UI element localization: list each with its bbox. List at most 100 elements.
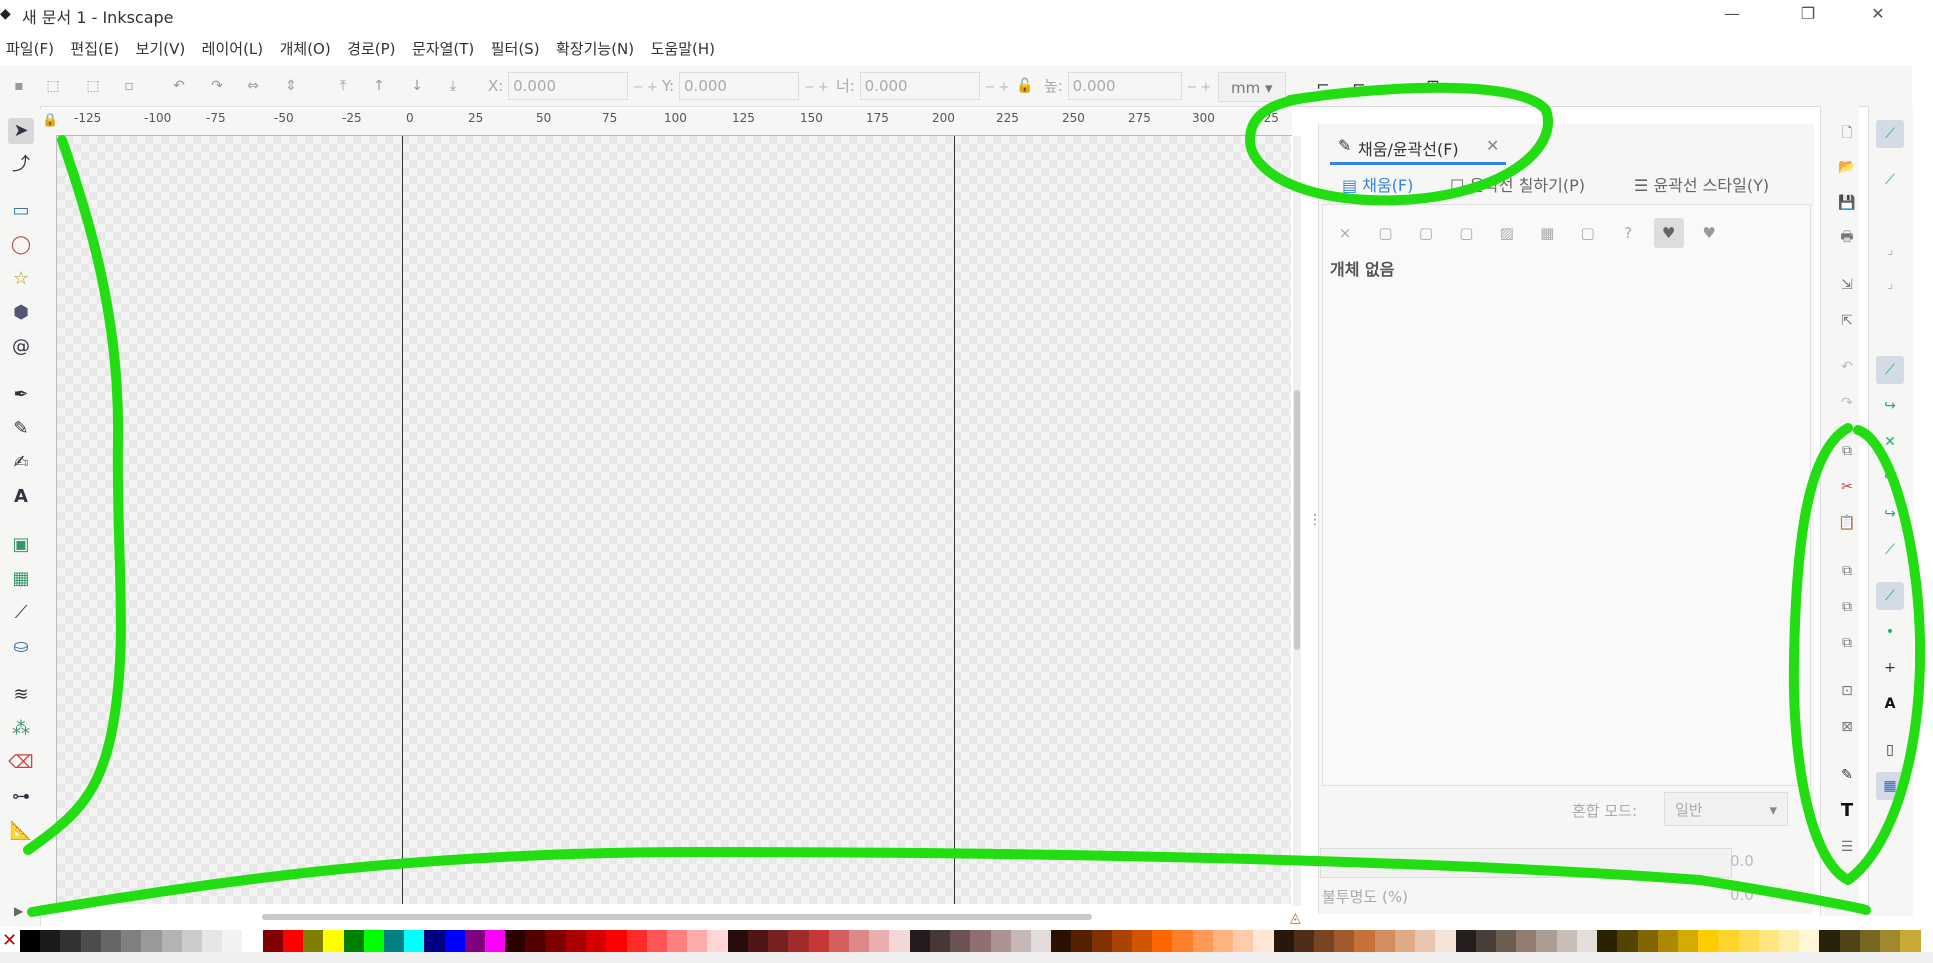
palette-swatch[interactable] <box>1253 930 1274 952</box>
palette-swatch[interactable] <box>545 930 566 952</box>
y-input[interactable] <box>679 72 800 100</box>
palette-swatch[interactable] <box>1030 930 1052 952</box>
spiral-tool-icon[interactable]: @ <box>8 334 34 360</box>
palette-swatch[interactable] <box>1657 930 1678 952</box>
menu-layer[interactable]: 레이어(L) <box>196 32 269 59</box>
palette-swatch[interactable] <box>1900 930 1921 952</box>
snap-rotation-center-icon[interactable]: + <box>1876 654 1904 682</box>
palette-swatch[interactable] <box>1212 930 1234 952</box>
mesh-tool-icon[interactable]: ▦ <box>8 566 34 592</box>
palette-swatch[interactable] <box>1273 930 1294 952</box>
pencil-tool-icon[interactable]: ✎ <box>8 416 34 442</box>
snap-text-baseline-icon[interactable]: A <box>1876 690 1904 718</box>
palette-swatch[interactable] <box>828 930 849 952</box>
scroll-left-arrow-icon[interactable]: ▶ <box>14 904 23 918</box>
x-increment[interactable]: + <box>647 80 661 95</box>
measure-tool-icon[interactable]: 📐 <box>8 818 34 844</box>
palette-swatch[interactable] <box>768 930 789 952</box>
palette-swatch[interactable] <box>1152 930 1173 952</box>
transform-gradients-icon[interactable]: ⌐ <box>1388 76 1406 95</box>
palette-swatch[interactable] <box>950 930 971 952</box>
width-input[interactable] <box>859 72 980 100</box>
dropper-tool-icon[interactable]: ⟋ <box>8 600 34 626</box>
pattern-icon[interactable]: ▦ <box>1532 218 1562 248</box>
palette-swatch[interactable] <box>1314 930 1335 952</box>
palette-swatch[interactable] <box>808 930 829 952</box>
menu-file[interactable]: 파일(F) <box>0 32 60 59</box>
snap-page-border-icon[interactable]: ▯ <box>1876 736 1904 764</box>
palette-swatch[interactable] <box>565 930 587 952</box>
palette-swatch[interactable] <box>100 930 122 952</box>
palette-swatch[interactable] <box>788 930 809 952</box>
palette-swatch[interactable] <box>1111 930 1133 952</box>
rectangle-tool-icon[interactable]: ▭ <box>8 198 34 224</box>
menu-extensions[interactable]: 확장기능(N) <box>550 32 640 59</box>
palette-swatch[interactable] <box>707 930 728 952</box>
palette-swatch[interactable] <box>1293 930 1314 952</box>
select-same-icon[interactable]: ⬚ <box>84 78 102 96</box>
palette-swatch[interactable] <box>848 930 870 952</box>
deselect-icon[interactable]: ▫ <box>120 78 138 96</box>
eraser-tool-icon[interactable]: ⌫ <box>8 750 34 776</box>
undo-icon[interactable]: ↶ <box>1836 356 1858 378</box>
palette-swatch[interactable] <box>889 930 910 952</box>
snap-cusp-nodes-icon[interactable]: ↪ <box>1876 464 1904 492</box>
transform-stroke-icon[interactable]: ⌐ <box>1314 76 1332 95</box>
export-icon[interactable]: ⇱ <box>1836 310 1858 332</box>
blend-mode-select[interactable]: 일반 ▾ <box>1664 792 1788 826</box>
menu-view[interactable]: 보기(V) <box>130 32 192 59</box>
palette-swatch[interactable] <box>990 930 1011 952</box>
snap-others-icon[interactable]: ⟋ <box>1876 582 1904 610</box>
palette-swatch[interactable] <box>282 930 304 952</box>
palette-swatch[interactable] <box>687 930 708 952</box>
calligraphy-tool-icon[interactable]: ✍ <box>8 450 34 476</box>
palette-swatch[interactable] <box>1475 930 1496 952</box>
palette-swatch[interactable] <box>1051 930 1072 952</box>
palette-swatch[interactable] <box>262 930 283 952</box>
palette-swatch[interactable] <box>1495 930 1517 952</box>
palette-swatch[interactable] <box>1394 930 1416 952</box>
snap-bbox-edge-icon[interactable]: ⌟ <box>1876 236 1904 264</box>
lock-ratio-icon[interactable]: 🔓 <box>1016 78 1034 96</box>
rotate-cw-icon[interactable]: ↷ <box>208 78 226 96</box>
palette-swatch[interactable] <box>1617 930 1638 952</box>
import-icon[interactable]: ⇲ <box>1836 274 1858 296</box>
tweak-tool-icon[interactable]: ≋ <box>8 682 34 708</box>
palette-swatch[interactable] <box>303 930 324 952</box>
rotate-ccw-icon[interactable]: ↶ <box>170 78 188 96</box>
snap-guides-icon[interactable]: ⫽ <box>1876 808 1904 836</box>
palette-swatch[interactable] <box>646 930 667 952</box>
palette-swatch[interactable] <box>1718 930 1739 952</box>
unset-paint-icon[interactable]: ? <box>1613 218 1643 248</box>
palette-swatch[interactable] <box>1799 930 1820 952</box>
print-icon[interactable]: 🖶 <box>1836 226 1858 248</box>
snap-grids-icon[interactable]: ▦ <box>1876 772 1904 800</box>
open-icon[interactable]: 📂 <box>1836 156 1858 178</box>
snap-centers-icon[interactable]: • <box>1876 618 1904 646</box>
snap-bbox-icon[interactable]: ⟋ <box>1876 166 1904 194</box>
ellipse-tool-icon[interactable]: ◯ <box>8 232 34 258</box>
flip-vertical-icon[interactable]: ⇕ <box>282 78 300 96</box>
palette-swatch[interactable] <box>80 930 101 952</box>
palette-swatch[interactable] <box>505 930 526 952</box>
y-increment[interactable]: + <box>818 80 832 95</box>
palette-swatch[interactable] <box>181 930 202 952</box>
palette-swatch[interactable] <box>1334 930 1355 952</box>
palette-swatch[interactable] <box>1819 930 1840 952</box>
tab-fill-stroke[interactable]: ✎ 채움/윤곽선(F) ✕ <box>1330 128 1506 165</box>
lower-to-bottom-icon[interactable]: ⤓ <box>444 78 462 96</box>
snap-enable-icon[interactable]: ⟋ <box>1876 120 1904 148</box>
palette-swatch[interactable] <box>323 930 344 952</box>
radial-gradient-icon[interactable]: ▢ <box>1451 218 1481 248</box>
blur-slider[interactable] <box>1320 848 1732 878</box>
palette-swatch[interactable] <box>444 930 465 952</box>
subtab-stroke-style[interactable]: ☰ 윤곽선 스타일(Y) <box>1634 172 1769 196</box>
paint-bucket-tool-icon[interactable]: ⛀ <box>8 634 34 660</box>
palette-swatch[interactable] <box>586 930 607 952</box>
raise-to-top-icon[interactable]: ⤒ <box>334 78 352 96</box>
layers-icon[interactable]: ☰ <box>1836 836 1858 858</box>
text-font-icon[interactable]: T <box>1836 800 1858 822</box>
snap-midpoints-icon[interactable]: ⟋ <box>1876 536 1904 564</box>
unlink-clone-icon[interactable]: ⧉ <box>1836 632 1858 654</box>
y-decrement[interactable]: − <box>804 80 818 95</box>
